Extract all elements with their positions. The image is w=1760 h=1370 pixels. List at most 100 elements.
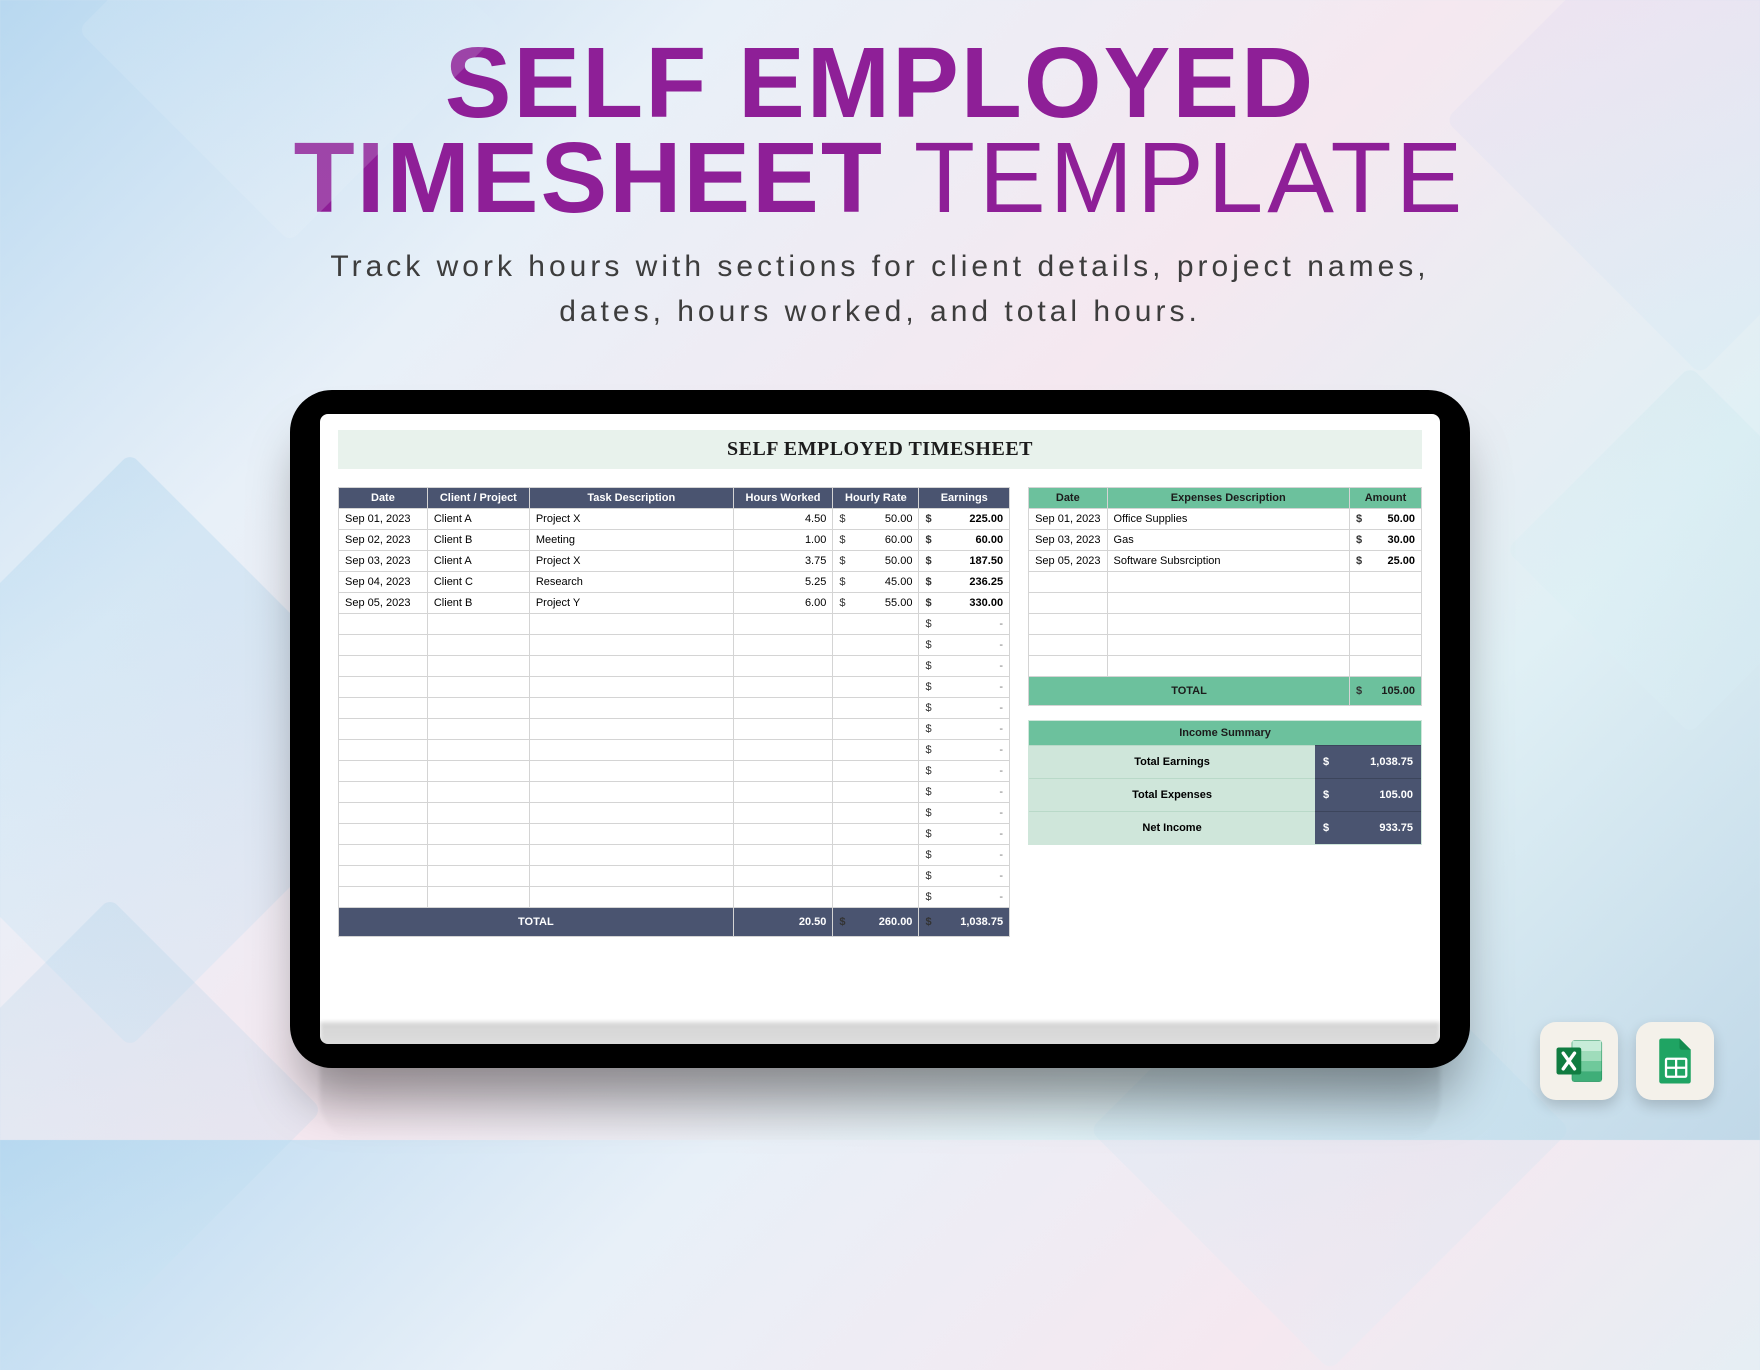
timesheet-total-hours: 20.50 xyxy=(733,908,833,937)
cell-earnings: 225.00 xyxy=(919,509,1010,530)
exp-col-desc: Expenses Description xyxy=(1107,488,1349,509)
table-row: Sep 05, 2023Client BProject Y6.0055.0033… xyxy=(339,593,1010,614)
cell-earnings: 330.00 xyxy=(919,593,1010,614)
table-row: Sep 02, 2023Client BMeeting1.0060.0060.0… xyxy=(339,530,1010,551)
cell-earnings: - xyxy=(919,698,1010,719)
tablet-reflection xyxy=(320,1022,1440,1142)
cell-earnings: - xyxy=(919,677,1010,698)
title-line-1: SELF EMPLOYED xyxy=(0,36,1760,131)
cell-task: Project X xyxy=(529,551,733,572)
table-row xyxy=(1029,614,1422,635)
cell-earnings: 236.25 xyxy=(919,572,1010,593)
cell-hours: 1.00 xyxy=(733,530,833,551)
col-client: Client / Project xyxy=(427,488,529,509)
table-row: Sep 04, 2023Client CResearch5.2545.00236… xyxy=(339,572,1010,593)
cell-task: Research xyxy=(529,572,733,593)
col-date: Date xyxy=(339,488,428,509)
cell-task: Meeting xyxy=(529,530,733,551)
cell-client: Client A xyxy=(427,509,529,530)
table-row: - xyxy=(339,698,1010,719)
cell-date: Sep 05, 2023 xyxy=(339,593,428,614)
table-row: - xyxy=(339,614,1010,635)
cell-amount: 30.00 xyxy=(1350,530,1422,551)
title-line-2a: TIMESHEET xyxy=(294,122,884,234)
income-summary: Income Summary Total Earnings1,038.75Tot… xyxy=(1028,720,1422,845)
table-row: - xyxy=(339,677,1010,698)
cell-earnings: - xyxy=(919,656,1010,677)
expenses-total-amount: 105.00 xyxy=(1350,677,1422,706)
cell-rate: 45.00 xyxy=(833,572,919,593)
table-row: - xyxy=(339,719,1010,740)
table-row: - xyxy=(339,887,1010,908)
exp-col-amount: Amount xyxy=(1350,488,1422,509)
cell-earnings: - xyxy=(919,614,1010,635)
summary-row: Total Earnings1,038.75 xyxy=(1029,745,1421,778)
cell-date: Sep 01, 2023 xyxy=(339,509,428,530)
table-row: - xyxy=(339,740,1010,761)
cell-earnings: - xyxy=(919,803,1010,824)
cell-earnings: - xyxy=(919,887,1010,908)
summary-header: Income Summary xyxy=(1029,721,1421,745)
cell-amount: 50.00 xyxy=(1350,509,1422,530)
table-row: Sep 03, 2023Client AProject X3.7550.0018… xyxy=(339,551,1010,572)
cell-client: Client B xyxy=(427,530,529,551)
table-row: Sep 01, 2023Client AProject X4.5050.0022… xyxy=(339,509,1010,530)
cell-rate: 55.00 xyxy=(833,593,919,614)
subtitle: Track work hours with sections for clien… xyxy=(0,244,1760,334)
expenses-table: Date Expenses Description Amount Sep 01,… xyxy=(1028,487,1422,706)
app-badges xyxy=(1540,1022,1714,1100)
summary-label: Net Income xyxy=(1029,811,1315,844)
table-row: Sep 01, 2023Office Supplies50.00 xyxy=(1029,509,1422,530)
cell-hours: 5.25 xyxy=(733,572,833,593)
cell-client: Client A xyxy=(427,551,529,572)
timesheet-total-rate: 260.00 xyxy=(833,908,919,937)
table-row xyxy=(1029,635,1422,656)
cell-hours: 3.75 xyxy=(733,551,833,572)
cell-earnings: 187.50 xyxy=(919,551,1010,572)
cell-rate: 50.00 xyxy=(833,551,919,572)
subtitle-line-1: Track work hours with sections for clien… xyxy=(0,244,1760,289)
table-row: - xyxy=(339,656,1010,677)
table-row: - xyxy=(339,866,1010,887)
col-task: Task Description xyxy=(529,488,733,509)
summary-row: Net Income933.75 xyxy=(1029,811,1421,844)
cell-client: Client C xyxy=(427,572,529,593)
cell-hours: 6.00 xyxy=(733,593,833,614)
table-row: - xyxy=(339,824,1010,845)
cell-rate: 50.00 xyxy=(833,509,919,530)
google-sheets-icon xyxy=(1636,1022,1714,1100)
timesheet-total-label: TOTAL xyxy=(339,908,734,937)
table-row: - xyxy=(339,803,1010,824)
excel-icon xyxy=(1540,1022,1618,1100)
expenses-total-label: TOTAL xyxy=(1029,677,1350,706)
cell-earnings: - xyxy=(919,761,1010,782)
table-row: - xyxy=(339,782,1010,803)
summary-value: 1,038.75 xyxy=(1315,745,1421,778)
summary-row: Total Expenses105.00 xyxy=(1029,778,1421,811)
cell-rate: 60.00 xyxy=(833,530,919,551)
cell-task: Project Y xyxy=(529,593,733,614)
cell-task: Project X xyxy=(529,509,733,530)
tablet-mockup: SELF EMPLOYED TIMESHEET Date Client / Pr… xyxy=(290,390,1470,1068)
table-row: - xyxy=(339,845,1010,866)
cell-desc: Office Supplies xyxy=(1107,509,1349,530)
cell-client: Client B xyxy=(427,593,529,614)
cell-earnings: - xyxy=(919,824,1010,845)
table-row xyxy=(1029,572,1422,593)
cell-earnings: - xyxy=(919,719,1010,740)
table-row: Sep 03, 2023Gas30.00 xyxy=(1029,530,1422,551)
cell-date: Sep 01, 2023 xyxy=(1029,509,1107,530)
cell-date: Sep 02, 2023 xyxy=(339,530,428,551)
cell-date: Sep 05, 2023 xyxy=(1029,551,1107,572)
cell-date: Sep 03, 2023 xyxy=(1029,530,1107,551)
cell-desc: Gas xyxy=(1107,530,1349,551)
col-earnings: Earnings xyxy=(919,488,1010,509)
title-line-2b: TEMPLATE xyxy=(884,122,1466,234)
cell-earnings: - xyxy=(919,866,1010,887)
table-row: - xyxy=(339,635,1010,656)
cell-hours: 4.50 xyxy=(733,509,833,530)
cell-desc: Software Subsrciption xyxy=(1107,551,1349,572)
table-row xyxy=(1029,593,1422,614)
sheet-title: SELF EMPLOYED TIMESHEET xyxy=(338,430,1422,469)
cell-date: Sep 03, 2023 xyxy=(339,551,428,572)
